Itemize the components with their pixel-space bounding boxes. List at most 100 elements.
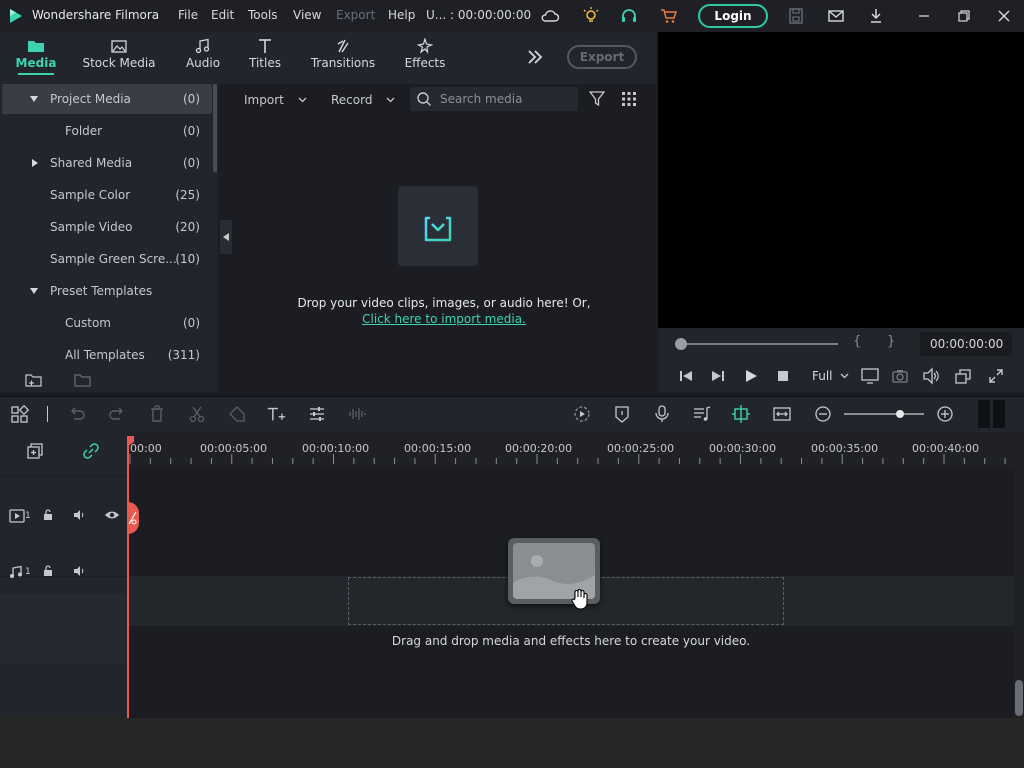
playhead-line[interactable]	[127, 436, 129, 718]
grid-view-icon[interactable]	[621, 91, 637, 107]
link-icon[interactable]	[82, 442, 100, 460]
sidebar-item-project-media[interactable]: Project Media (0)	[2, 84, 212, 114]
add-track-icon[interactable]	[26, 442, 44, 460]
layout-grid-icon[interactable]	[10, 405, 30, 423]
sidebar-item-preset-templates[interactable]: Preset Templates	[2, 276, 212, 306]
render-preview-icon[interactable]	[954, 367, 972, 385]
search-box[interactable]	[410, 87, 578, 111]
snapshot-camera-icon[interactable]	[891, 367, 909, 385]
sidebar-item-custom[interactable]: Custom (0)	[2, 308, 212, 338]
tab-media[interactable]: Media	[12, 32, 60, 84]
tab-audio[interactable]: Audio	[182, 32, 224, 84]
speaker-icon[interactable]	[72, 508, 86, 522]
timeline-scroll-thumb[interactable]	[1015, 680, 1023, 716]
taskbar-strip	[0, 718, 1024, 768]
login-button[interactable]: Login	[698, 4, 768, 28]
title-bar: Wondershare Filmora File Edit Tools View…	[0, 0, 1024, 32]
audio-mixer-icon[interactable]	[692, 405, 712, 423]
display-settings-icon[interactable]	[860, 367, 880, 385]
restore-icon[interactable]	[954, 6, 974, 26]
zoom-in-icon[interactable]	[935, 405, 955, 423]
undo-icon[interactable]	[67, 405, 87, 423]
sidebar-item-shared-media[interactable]: Shared Media (0)	[2, 148, 212, 178]
sidebar-item-sample-green-screen[interactable]: Sample Green Scre... (10)	[2, 244, 212, 274]
video-track-icon	[9, 509, 25, 523]
filter-icon[interactable]	[589, 90, 605, 108]
save-icon[interactable]	[786, 6, 806, 26]
close-icon[interactable]	[994, 6, 1014, 26]
scissors-cut-icon[interactable]	[187, 405, 207, 423]
download-icon[interactable]	[866, 6, 886, 26]
import-dropdown[interactable]: Import	[236, 88, 314, 112]
lightbulb-icon[interactable]	[581, 6, 601, 26]
menu-help[interactable]: Help	[388, 8, 415, 22]
import-media-tile[interactable]	[398, 186, 478, 266]
quality-dropdown[interactable]: Full	[810, 366, 852, 386]
zoom-out-icon[interactable]	[813, 405, 833, 423]
mark-in-bracket[interactable]: {	[853, 334, 861, 349]
more-tabs-chevron-icon[interactable]	[526, 49, 544, 65]
render-play-icon[interactable]	[572, 405, 592, 423]
playback-progress-handle[interactable]	[675, 338, 687, 350]
minimize-icon[interactable]	[914, 6, 934, 26]
audio-waveform-icon[interactable]	[347, 405, 367, 423]
export-button[interactable]: Export	[567, 45, 637, 69]
volume-icon[interactable]	[922, 367, 940, 385]
snap-magnet-icon[interactable]	[731, 405, 751, 423]
playhead-marker-icon[interactable]	[128, 436, 136, 446]
record-dropdown[interactable]: Record	[323, 88, 401, 112]
sidebar-scrollbar[interactable]	[213, 84, 217, 172]
tab-transitions[interactable]: Transitions	[310, 32, 376, 84]
playback-progress-track[interactable]	[680, 343, 838, 345]
tab-stock-media[interactable]: Stock Media	[82, 32, 156, 84]
previous-frame-icon[interactable]	[678, 368, 694, 384]
add-text-icon[interactable]	[266, 405, 286, 423]
search-input[interactable]	[440, 91, 570, 107]
headset-support-icon[interactable]	[619, 6, 639, 26]
new-folder-icon[interactable]	[25, 372, 43, 388]
stop-icon[interactable]	[775, 368, 791, 384]
next-frame-icon[interactable]	[710, 368, 726, 384]
tab-titles[interactable]: Titles	[246, 32, 284, 84]
lock-icon[interactable]	[41, 564, 55, 578]
import-media-link[interactable]: Click here to import media.	[362, 312, 526, 326]
sidebar-item-all-templates[interactable]: All Templates (311)	[2, 340, 212, 370]
speaker-icon[interactable]	[72, 564, 86, 578]
sidebar-item-sample-color[interactable]: Sample Color (25)	[2, 180, 212, 210]
microphone-icon[interactable]	[652, 405, 672, 423]
menu-edit[interactable]: Edit	[211, 8, 234, 22]
eye-visibility-icon[interactable]	[104, 508, 120, 522]
caret-down-icon[interactable]	[30, 95, 38, 103]
cart-icon[interactable]	[659, 6, 679, 26]
cloud-icon[interactable]	[540, 6, 560, 26]
delete-trash-icon[interactable]	[147, 405, 167, 423]
fit-timeline-icon[interactable]	[772, 405, 792, 423]
folder-outline-icon[interactable]	[74, 372, 92, 388]
zoom-slider-track[interactable]	[844, 413, 924, 415]
zoom-slider-handle[interactable]	[896, 410, 904, 418]
panel-collapse-handle[interactable]	[220, 220, 232, 254]
timecode-box: 00:00:00:00	[920, 332, 1012, 356]
ruler-label: 00:00:40:00	[912, 442, 980, 455]
menu-export[interactable]: Export	[336, 8, 375, 22]
adjust-sliders-icon[interactable]	[307, 405, 327, 423]
redo-icon[interactable]	[107, 405, 127, 423]
mail-icon[interactable]	[826, 6, 846, 26]
sidebar-item-folder[interactable]: Folder (0)	[2, 116, 212, 146]
marker-shield-icon[interactable]	[612, 405, 632, 423]
play-icon[interactable]	[743, 368, 759, 384]
menu-file[interactable]: File	[178, 8, 198, 22]
caret-right-icon[interactable]	[31, 159, 39, 167]
menu-tools[interactable]: Tools	[248, 8, 278, 22]
tab-effects[interactable]: Effects	[402, 32, 448, 84]
menu-view[interactable]: View	[293, 8, 321, 22]
sidebar-item-sample-video[interactable]: Sample Video (20)	[2, 212, 212, 242]
sidebar-item-label: Folder	[65, 124, 103, 138]
sidebar-item-label: Shared Media	[50, 156, 133, 170]
fullscreen-icon[interactable]	[988, 368, 1004, 384]
mark-out-bracket[interactable]: }	[887, 334, 895, 349]
tag-label-icon[interactable]	[227, 405, 247, 423]
chevron-down-icon	[298, 97, 307, 103]
caret-down-icon[interactable]	[30, 287, 38, 295]
lock-icon[interactable]	[41, 508, 55, 522]
